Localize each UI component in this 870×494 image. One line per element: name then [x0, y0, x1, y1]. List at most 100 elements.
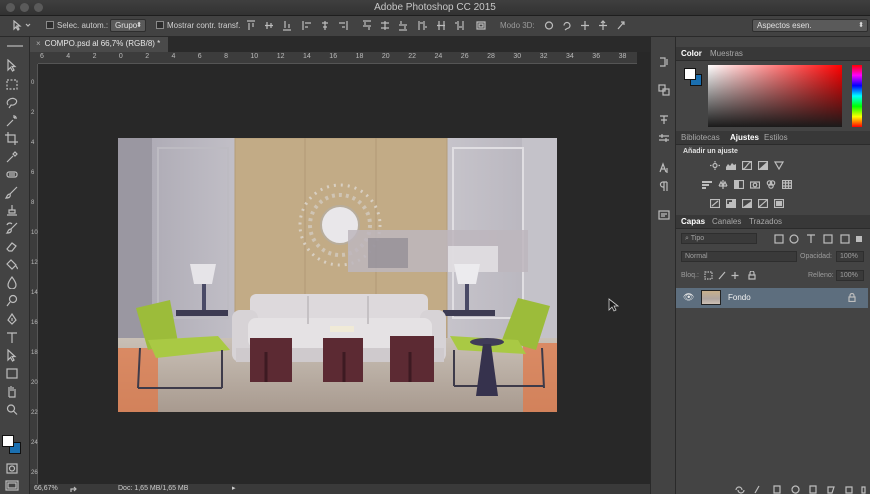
tab-channels[interactable]: Canales: [712, 217, 741, 226]
history-panel-icon[interactable]: [658, 56, 670, 68]
eyedropper-tool-icon[interactable]: [5, 150, 19, 163]
fill-field[interactable]: 100%: [836, 270, 864, 281]
blur-tool-icon[interactable]: [5, 276, 19, 289]
crop-tool-icon[interactable]: [5, 132, 19, 145]
auto-select-check-box[interactable]: [46, 21, 54, 29]
character-panel-icon[interactable]: [658, 162, 670, 174]
3d-scale-icon[interactable]: [616, 20, 626, 31]
clone-stamp-tool-icon[interactable]: [5, 204, 19, 217]
auto-align-layers-icon[interactable]: [476, 20, 486, 31]
color-lookup-icon[interactable]: [782, 180, 792, 189]
vibrance-icon[interactable]: [774, 161, 784, 170]
align-bottom-icon[interactable]: [282, 20, 292, 31]
distribute-horizontal-center-icon[interactable]: [436, 20, 446, 31]
paint-bucket-tool-icon[interactable]: [5, 258, 19, 271]
actions-panel-icon[interactable]: [658, 84, 670, 96]
document-tab[interactable]: × COMPO.psd al 66,7% (RGB/8) *: [30, 37, 169, 52]
rectangle-tool-icon[interactable]: [5, 367, 19, 380]
quick-selection-tool-icon[interactable]: [5, 114, 19, 127]
history-brush-tool-icon[interactable]: [5, 222, 19, 235]
close-tab-icon[interactable]: ×: [36, 39, 41, 48]
eraser-tool-icon[interactable]: [5, 240, 19, 253]
document-image[interactable]: [118, 138, 557, 412]
layer-name[interactable]: Fondo: [728, 293, 751, 302]
selective-color-icon[interactable]: [774, 199, 784, 208]
channel-mixer-icon[interactable]: [766, 180, 776, 189]
dodge-tool-icon[interactable]: [5, 294, 19, 307]
move-tool-icon[interactable]: [5, 59, 19, 72]
paragraph-panel-icon[interactable]: [658, 180, 670, 192]
distribute-bottom-icon[interactable]: [398, 20, 408, 31]
align-left-icon[interactable]: [302, 20, 312, 31]
align-horizontal-center-icon[interactable]: [320, 20, 330, 31]
photo-filter-icon[interactable]: [750, 180, 760, 189]
auto-select-checkbox[interactable]: Selec. autom.:: [46, 21, 108, 30]
blend-mode-dropdown[interactable]: Normal: [681, 251, 797, 262]
tab-layers[interactable]: Capas: [681, 217, 705, 226]
color-balance-icon[interactable]: [718, 180, 728, 189]
workspace-switcher[interactable]: Aspectos esen. ⬍: [752, 19, 868, 32]
vertical-ruler[interactable]: 0 2 4 6 8 10 12 14 16 18 20 22 24 26: [30, 64, 38, 484]
opacity-field[interactable]: 100%: [836, 251, 864, 262]
show-transform-controls-checkbox[interactable]: Mostrar contr. transf.: [156, 21, 240, 30]
invert-icon[interactable]: [710, 199, 720, 208]
tab-paths[interactable]: Trazados: [749, 217, 782, 226]
tab-swatches[interactable]: Muestras: [710, 49, 743, 58]
curves-icon[interactable]: [742, 161, 752, 170]
zoom-tool-icon[interactable]: [5, 403, 19, 416]
lasso-tool-icon[interactable]: [5, 96, 19, 109]
horizontal-ruler[interactable]: 6 4 2 0 2 4 6 8 10 12 14 16 18 20 22 24 26 28 30 32 34 36 38: [38, 52, 637, 64]
marquee-tool-icon[interactable]: [5, 78, 19, 91]
tab-color[interactable]: Color: [681, 49, 702, 58]
hand-tool-icon[interactable]: [5, 385, 19, 398]
align-vertical-center-icon[interactable]: [264, 20, 274, 31]
gradient-map-icon[interactable]: [758, 199, 768, 208]
tab-styles[interactable]: Estilos: [764, 133, 788, 142]
lock-options-icons[interactable]: [704, 271, 762, 280]
auto-select-dropdown[interactable]: Grupo ⬍: [110, 19, 146, 32]
ruler-origin[interactable]: [30, 52, 38, 64]
show-transform-check-box[interactable]: [156, 21, 164, 29]
tab-adjustments[interactable]: Ajustes: [730, 133, 759, 142]
document-info[interactable]: Doc: 1,65 MB/1,65 MB: [118, 485, 188, 492]
exposure-icon[interactable]: [758, 161, 768, 170]
layer-row[interactable]: 👁 Fondo: [676, 288, 868, 308]
path-selection-tool-icon[interactable]: [5, 349, 19, 362]
layer-filter-kind[interactable]: ⌕ Tipo: [681, 233, 757, 244]
align-right-icon[interactable]: [338, 20, 348, 31]
hue-saturation-icon[interactable]: [702, 180, 712, 189]
distribute-vertical-center-icon[interactable]: [380, 20, 390, 31]
distribute-top-icon[interactable]: [362, 20, 372, 31]
toolbar-collapse-icon[interactable]: [5, 43, 25, 49]
distribute-right-icon[interactable]: [454, 20, 464, 31]
canvas-area[interactable]: [38, 65, 637, 484]
brush-tool-icon[interactable]: [5, 186, 19, 199]
black-white-icon[interactable]: [734, 180, 744, 189]
levels-icon[interactable]: [726, 161, 736, 170]
distribute-left-icon[interactable]: [418, 20, 428, 31]
3d-roll-icon[interactable]: [562, 20, 572, 31]
hue-slider[interactable]: [852, 65, 862, 127]
eye-icon[interactable]: 👁: [683, 292, 694, 303]
panel-foreground-swatch[interactable]: [684, 68, 696, 80]
align-top-icon[interactable]: [246, 20, 256, 31]
posterize-icon[interactable]: [726, 199, 736, 208]
brightness-contrast-icon[interactable]: [710, 161, 720, 170]
brush-presets-icon[interactable]: [658, 114, 670, 126]
brush-settings-icon[interactable]: [658, 132, 670, 144]
layers-footer-icons[interactable]: [734, 485, 866, 494]
status-menu-arrow-icon[interactable]: ▸: [232, 484, 236, 492]
properties-panel-icon[interactable]: [658, 209, 670, 221]
foreground-color-swatch[interactable]: [2, 435, 14, 447]
quick-mask-icon[interactable]: [5, 462, 19, 475]
move-tool-preset-icon[interactable]: [12, 20, 32, 31]
pen-tool-icon[interactable]: [5, 313, 19, 326]
3d-pan-icon[interactable]: [580, 20, 590, 31]
3d-orbit-icon[interactable]: [544, 20, 554, 31]
color-spectrum-field[interactable]: [708, 65, 842, 127]
zoom-level[interactable]: 66,67%: [34, 485, 58, 492]
spot-healing-tool-icon[interactable]: [5, 168, 19, 181]
type-tool-icon[interactable]: [5, 331, 19, 344]
threshold-icon[interactable]: [742, 199, 752, 208]
share-icon[interactable]: [70, 485, 79, 493]
